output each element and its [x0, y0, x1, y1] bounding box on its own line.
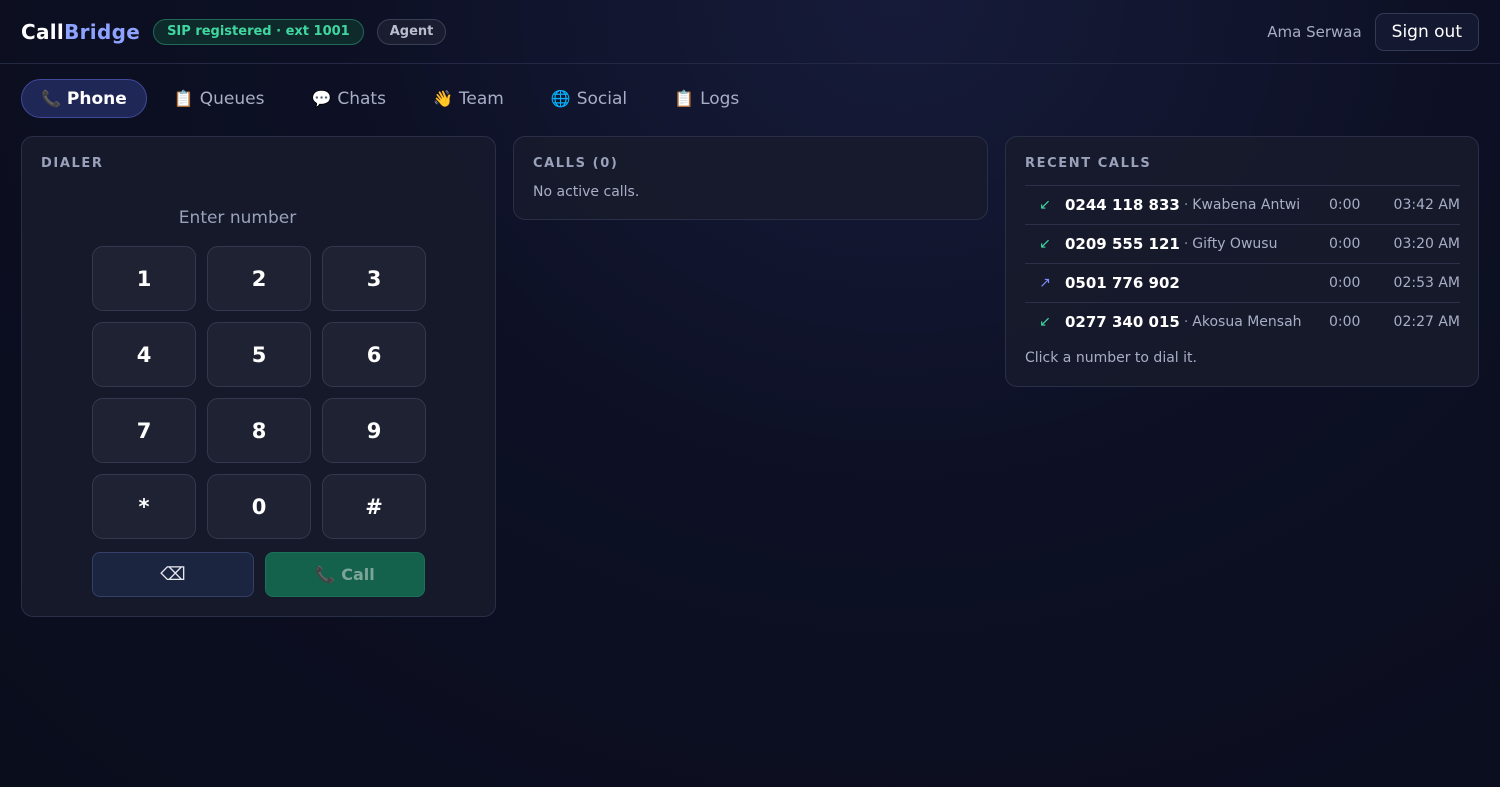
clipboard-icon: 📋	[674, 89, 695, 108]
separator: ·	[1183, 314, 1189, 330]
call-time: 02:53 AM	[1393, 275, 1460, 291]
contact-name: Kwabena Antwi	[1192, 197, 1301, 213]
waving-hand-icon: 👋	[432, 89, 453, 108]
clipboard-icon: 📋	[173, 89, 194, 108]
tab-team[interactable]: 👋 Team	[413, 79, 524, 118]
chat-bubble-icon: 💬	[311, 89, 332, 108]
tab-label: Phone	[66, 88, 127, 109]
backspace-icon: ⌫	[160, 564, 186, 585]
contact-name: Akosua Mensah	[1192, 314, 1302, 330]
key-star[interactable]: *	[92, 474, 196, 539]
tab-logs[interactable]: 📋 Logs	[654, 79, 759, 118]
call-button[interactable]: 📞 Call	[265, 552, 425, 597]
key-5[interactable]: 5	[207, 322, 311, 387]
recent-call-row[interactable]: ↙ 0277 340 015 · Akosua Mensah 0:00 02:2…	[1025, 302, 1460, 341]
key-3[interactable]: 3	[322, 246, 426, 311]
key-2[interactable]: 2	[207, 246, 311, 311]
call-duration: 0:00	[1329, 314, 1361, 330]
key-0[interactable]: 0	[207, 474, 311, 539]
dialer-actions: ⌫ 📞 Call	[92, 552, 425, 597]
main-tabs: 📞 Phone 📋 Queues 💬 Chats 👋 Team 🌐 Social…	[21, 79, 766, 118]
call-time: 02:27 AM	[1393, 314, 1460, 330]
call-number[interactable]: 0501 776 902	[1065, 274, 1180, 292]
tab-chats[interactable]: 💬 Chats	[291, 79, 406, 118]
empty-state-text: No active calls.	[533, 184, 640, 200]
phone-icon: 📞	[315, 565, 336, 584]
globe-icon: 🌐	[550, 89, 571, 108]
dial-number-input[interactable]	[40, 202, 435, 234]
tab-label: Queues	[199, 88, 265, 109]
dial-keypad: 1 2 3 4 5 6 7 8 9 * 0 #	[92, 246, 426, 539]
call-duration: 0:00	[1329, 236, 1361, 252]
user-name: Ama Serwaa	[1267, 22, 1362, 41]
call-number[interactable]: 0277 340 015	[1065, 313, 1180, 331]
recent-call-row[interactable]: ↙ 0244 118 833 · Kwabena Antwi 0:00 03:4…	[1025, 185, 1460, 224]
call-duration: 0:00	[1329, 275, 1361, 291]
tab-phone[interactable]: 📞 Phone	[21, 79, 147, 118]
tab-label: Logs	[700, 88, 740, 109]
incoming-call-icon: ↙	[1039, 197, 1051, 213]
recent-calls-panel: RECENT CALLS ↙ 0244 118 833 · Kwabena An…	[1005, 136, 1479, 387]
call-time: 03:20 AM	[1393, 236, 1460, 252]
separator: ·	[1183, 197, 1189, 213]
incoming-call-icon: ↙	[1039, 236, 1051, 252]
backspace-button[interactable]: ⌫	[92, 552, 254, 597]
phone-icon: 📞	[41, 89, 61, 108]
key-7[interactable]: 7	[92, 398, 196, 463]
role-badge: Agent	[376, 18, 447, 45]
key-9[interactable]: 9	[322, 398, 426, 463]
incoming-call-icon: ↙	[1039, 314, 1051, 330]
call-number[interactable]: 0244 118 833	[1065, 196, 1180, 214]
call-number[interactable]: 0209 555 121	[1065, 235, 1180, 253]
panel-title: DIALER	[41, 156, 104, 171]
key-4[interactable]: 4	[92, 322, 196, 387]
call-duration: 0:00	[1329, 197, 1361, 213]
tab-social[interactable]: 🌐 Social	[531, 79, 647, 118]
separator: ·	[1183, 236, 1189, 252]
call-label: Call	[341, 565, 375, 584]
key-1[interactable]: 1	[92, 246, 196, 311]
panel-title: CALLS (0)	[533, 156, 619, 171]
tab-label: Team	[458, 88, 504, 109]
contact-name: Gifty Owusu	[1192, 236, 1278, 252]
panel-title: RECENT CALLS	[1025, 156, 1152, 171]
sign-out-button[interactable]: Sign out	[1374, 12, 1479, 51]
tab-label: Social	[576, 88, 628, 109]
key-hash[interactable]: #	[322, 474, 426, 539]
key-6[interactable]: 6	[322, 322, 426, 387]
outgoing-call-icon: ↗	[1039, 275, 1051, 291]
brand-logo-part1: Call	[21, 19, 65, 44]
tab-label: Chats	[337, 88, 386, 109]
sip-status-badge: SIP registered · ext 1001	[153, 18, 364, 45]
tab-queues[interactable]: 📋 Queues	[154, 79, 285, 118]
recent-call-row[interactable]: ↙ 0209 555 121 · Gifty Owusu 0:00 03:20 …	[1025, 224, 1460, 263]
brand-logo: CallBridge	[21, 20, 140, 44]
call-time: 03:42 AM	[1393, 197, 1460, 213]
recent-call-row[interactable]: ↗ 0501 776 902 0:00 02:53 AM	[1025, 263, 1460, 302]
key-8[interactable]: 8	[207, 398, 311, 463]
brand-logo-part2: Bridge	[64, 19, 141, 44]
dial-hint-text: Click a number to dial it.	[1025, 350, 1197, 366]
app-header: CallBridge SIP registered · ext 1001 Age…	[0, 0, 1500, 64]
recent-calls-list: ↙ 0244 118 833 · Kwabena Antwi 0:00 03:4…	[1025, 185, 1460, 341]
active-calls-panel: CALLS (0) No active calls.	[513, 136, 988, 220]
